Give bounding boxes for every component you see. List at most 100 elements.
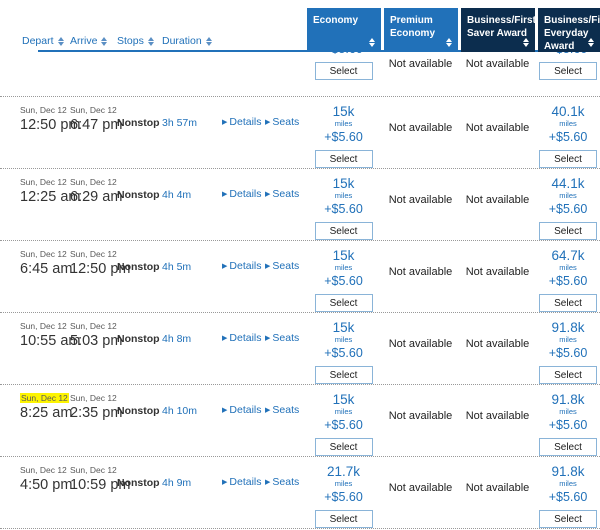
not-available-label: Not available — [465, 58, 530, 70]
arrive-time: 10:59 pm — [70, 477, 131, 493]
details-arrow-icon: ▶ — [222, 191, 228, 198]
select-button[interactable]: Select — [314, 438, 373, 456]
miles-value: 15k — [332, 104, 355, 119]
stops-cell: Nonstop — [117, 117, 160, 129]
sort-icon — [205, 36, 212, 46]
depart-time: 10:55 am — [20, 333, 81, 349]
miles-unit-label: miles — [559, 479, 577, 488]
details-link[interactable]: ▶ Details — [218, 385, 262, 456]
sort-header-duration[interactable]: Duration — [162, 35, 212, 47]
stops-cell: Nonstop — [117, 261, 160, 273]
fare-cell: Not available — [382, 169, 459, 240]
seats-link[interactable]: ▶ Seats — [261, 457, 305, 528]
arrive-date: Sun, Dec 12 — [70, 321, 117, 331]
row-left-pad — [0, 385, 20, 456]
sort-icon — [101, 36, 108, 46]
not-available-label: Not available — [465, 410, 530, 422]
sort-header-depart[interactable]: Depart — [22, 35, 64, 47]
select-button[interactable]: Select — [539, 222, 597, 240]
taxes-fee: +$5.60 — [324, 346, 363, 360]
select-button[interactable]: Select — [314, 294, 373, 312]
select-button[interactable]: Select — [314, 222, 373, 240]
details-arrow-icon: ▶ — [222, 407, 228, 414]
arrive-time: 6:47 pm — [70, 117, 123, 133]
fare-cell: 91.8k miles +$5.60 Select — [536, 313, 600, 384]
fare-header-premium-economy[interactable]: Premium Economy — [384, 8, 458, 52]
details-link[interactable]: ▶ Details — [218, 97, 262, 168]
select-button[interactable]: Select — [314, 510, 373, 528]
fare-offer: miles+$5.60Select — [536, 52, 600, 80]
sort-icon — [446, 38, 452, 47]
seats-link[interactable]: ▶ Seats — [261, 241, 305, 312]
seats-arrow-icon: ▶ — [265, 191, 271, 198]
select-button[interactable]: Select — [314, 366, 373, 384]
select-button[interactable]: Select — [539, 150, 597, 168]
spacer-cell — [117, 52, 162, 96]
details-link-label: Details — [229, 332, 262, 344]
fare-cell: 64.7k miles +$5.60 Select — [536, 241, 600, 312]
select-button[interactable]: Select — [539, 438, 597, 456]
details-link[interactable]: ▶ Details — [218, 457, 262, 528]
depart-cell: Sun, Dec 12 4:50 pm — [20, 457, 73, 528]
seats-link-label: Seats — [272, 404, 300, 416]
miles-unit-label: miles — [559, 119, 577, 128]
depart-date: Sun, Dec 12 — [20, 465, 67, 475]
select-button[interactable]: Select — [314, 62, 373, 80]
seats-link[interactable]: ▶ Seats — [261, 385, 305, 456]
seats-link[interactable]: ▶ Seats — [261, 97, 305, 168]
fare-offer: 15k miles +$5.60 Select — [305, 97, 382, 168]
select-button[interactable]: Select — [539, 62, 597, 80]
spacer-cell — [162, 52, 218, 96]
seats-link-label: Seats — [272, 332, 300, 344]
fare-cell: 21.7k miles +$5.60 Select — [305, 457, 382, 528]
row-left-pad — [0, 241, 20, 312]
select-button[interactable]: Select — [314, 150, 373, 168]
details-link[interactable]: ▶ Details — [218, 169, 262, 240]
seats-link-label: Seats — [272, 260, 300, 272]
fare-offer: 91.8k miles +$5.60 Select — [536, 385, 600, 456]
fare-cell: Not available — [382, 241, 459, 312]
fare-cell: Not available — [459, 52, 536, 96]
not-available-label: Not available — [388, 194, 453, 206]
fare-cell: miles+$5.60Select — [536, 52, 600, 96]
sort-header-stops[interactable]: Stops — [117, 35, 154, 47]
depart-time: 4:50 pm — [20, 477, 73, 493]
stops-cell: Nonstop — [117, 405, 160, 417]
details-link-label: Details — [229, 404, 262, 416]
fare-header-business-everyday[interactable]: Business/First Everyday Award — [538, 8, 600, 52]
arrive-time: 6:29 am — [70, 189, 123, 205]
select-button[interactable]: Select — [539, 294, 597, 312]
fare-header-business-saver[interactable]: Business/First Saver Award — [461, 8, 536, 52]
duration-cell: 4h 9m — [162, 477, 192, 489]
duration-cell: 4h 10m — [162, 405, 198, 417]
select-button[interactable]: Select — [539, 366, 597, 384]
taxes-fee: +$5.60 — [548, 346, 588, 360]
fare-cell: Not available — [382, 457, 459, 528]
sort-header-arrive[interactable]: Arrive — [70, 35, 108, 47]
spacer-cell — [70, 52, 117, 96]
details-link[interactable]: ▶ Details — [218, 313, 262, 384]
seats-link[interactable]: ▶ Seats — [261, 313, 305, 384]
depart-time: 8:25 am — [20, 405, 73, 421]
seats-link[interactable]: ▶ Seats — [261, 169, 305, 240]
details-link[interactable]: ▶ Details — [218, 241, 262, 312]
row-left-pad — [0, 313, 20, 384]
details-arrow-icon: ▶ — [222, 335, 228, 342]
fare-header-economy[interactable]: Economy — [307, 8, 381, 52]
arrive-cell: Sun, Dec 12 2:35 pm — [70, 385, 122, 456]
select-button[interactable]: Select — [539, 510, 597, 528]
stops-cell: Nonstop — [117, 333, 160, 345]
flight-row: Sun, Dec 12 10:55 am Sun, Dec 12 5:03 pm Non… — [0, 313, 600, 385]
not-available-label: Not available — [388, 338, 453, 350]
arrive-cell: Sun, Dec 12 5:03 pm — [70, 313, 122, 384]
miles-unit-label: miles — [559, 335, 577, 344]
miles-unit-label: miles — [334, 263, 353, 272]
arrive-cell: Sun, Dec 12 6:47 pm — [70, 97, 123, 168]
miles-unit-label: miles — [334, 335, 353, 344]
depart-time: 12:50 pm — [20, 117, 81, 133]
fare-cell: Not available — [459, 313, 536, 384]
taxes-fee: +$5.60 — [324, 202, 363, 216]
arrive-cell: Sun, Dec 12 10:59 pm — [70, 457, 131, 528]
spacer-cell — [261, 52, 305, 96]
miles-value: 91.8k — [551, 320, 585, 335]
